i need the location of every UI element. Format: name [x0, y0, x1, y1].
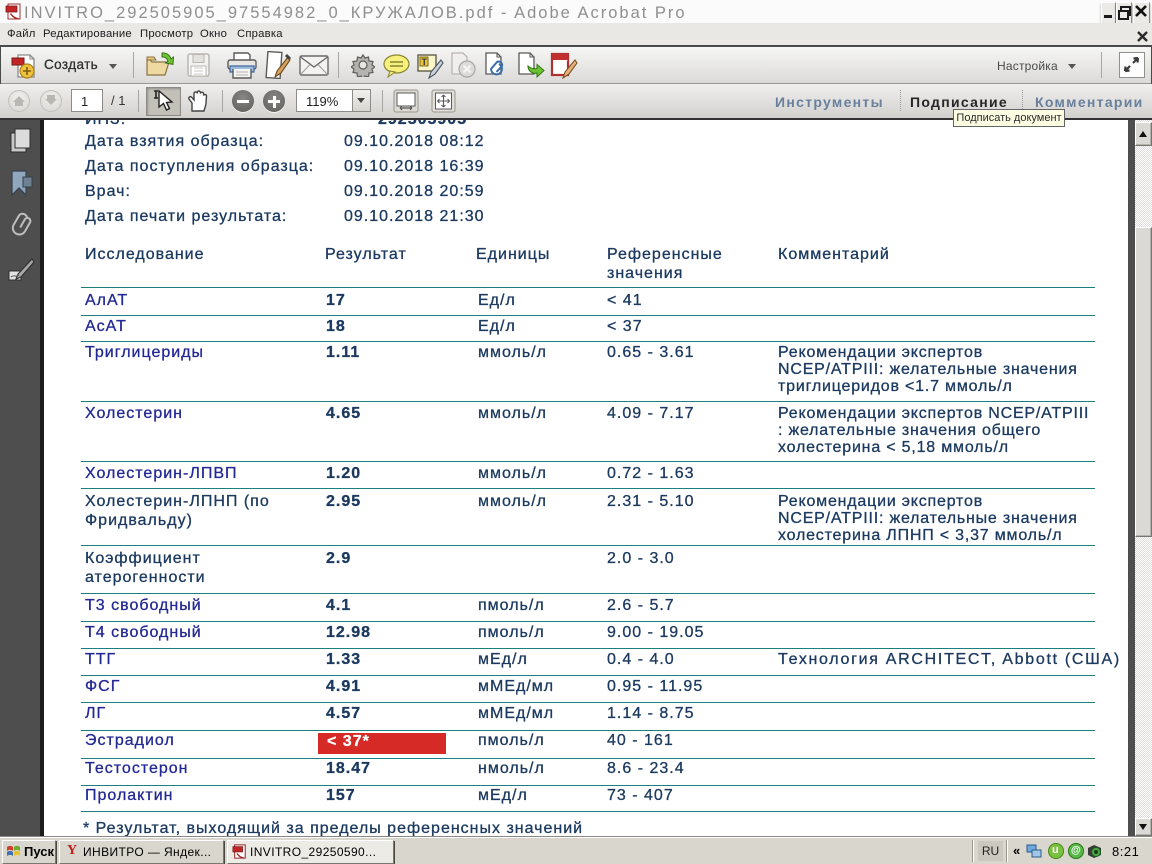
svg-text:_____: _____ — [553, 56, 568, 62]
svg-text:T: T — [422, 57, 428, 67]
